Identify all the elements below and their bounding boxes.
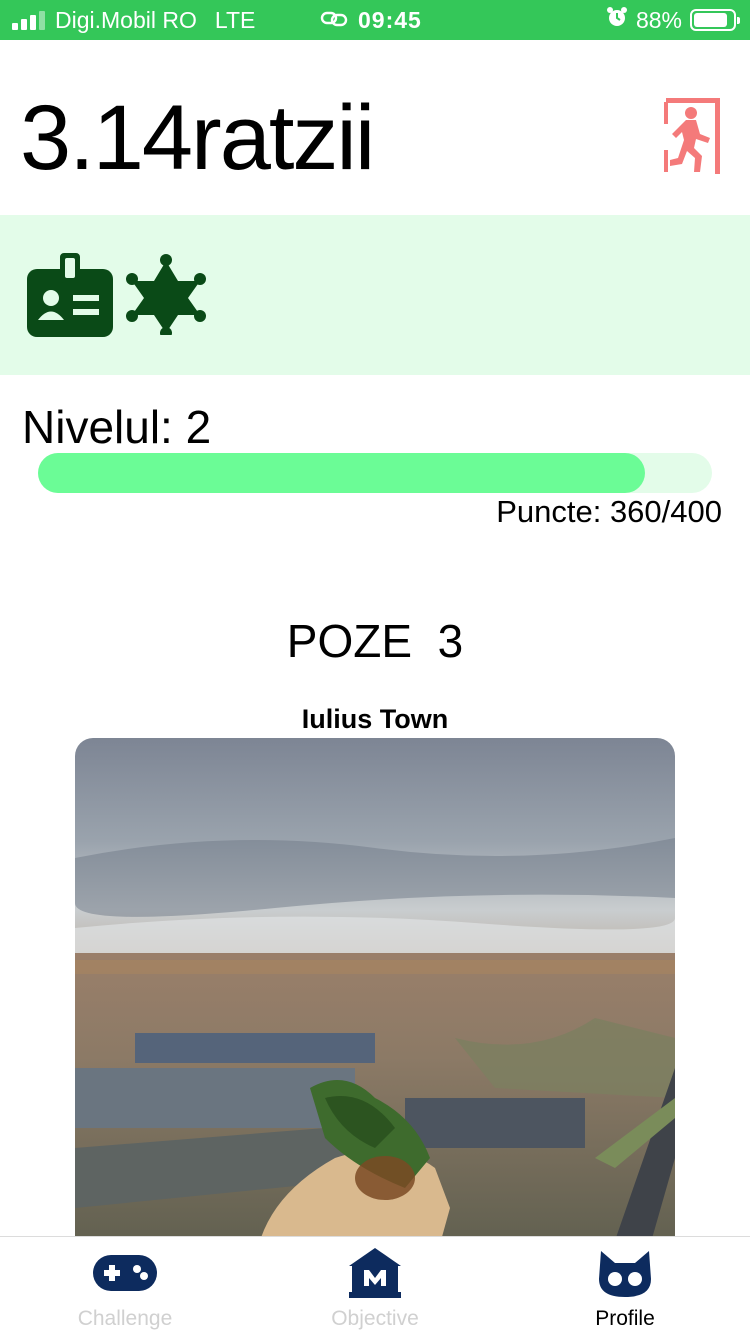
exit-door-icon bbox=[664, 98, 720, 174]
tab-profile-label: Profile bbox=[595, 1307, 655, 1330]
id-badge-icon[interactable] bbox=[27, 253, 113, 342]
status-time: 09:45 bbox=[358, 6, 422, 33]
signal-icon bbox=[12, 10, 45, 30]
points-label: Puncte: 360/400 bbox=[496, 494, 722, 529]
tab-profile[interactable]: Profile bbox=[500, 1237, 750, 1334]
cat-face-icon bbox=[599, 1251, 651, 1297]
username-title: 3.14ratzii bbox=[20, 87, 375, 189]
tab-objective-label: Objective bbox=[331, 1307, 419, 1330]
status-bar: Digi.Mobil RO LTE 09:45 88% bbox=[0, 0, 750, 40]
level-label: Nivelul: 2 bbox=[22, 401, 212, 453]
photos-section-title: POZE 3 bbox=[286, 615, 464, 667]
tab-challenge[interactable]: Challenge bbox=[0, 1237, 250, 1334]
tab-challenge-label: Challenge bbox=[77, 1307, 173, 1330]
photo-card[interactable] bbox=[75, 738, 675, 1298]
logout-button[interactable] bbox=[660, 98, 724, 178]
level-progress-bar bbox=[38, 453, 712, 493]
tab-objective[interactable]: Objective bbox=[250, 1237, 500, 1334]
photo-caption: Iulius Town bbox=[301, 704, 449, 734]
network-type: LTE bbox=[214, 6, 256, 33]
sheriff-star-icon[interactable] bbox=[126, 253, 206, 340]
battery-percent: 88% bbox=[635, 6, 682, 33]
badges-panel bbox=[0, 215, 750, 375]
museum-icon bbox=[349, 1248, 401, 1298]
gamepad-icon bbox=[93, 1255, 157, 1291]
link-icon bbox=[320, 7, 348, 34]
alarm-icon bbox=[606, 6, 628, 34]
tab-bar: Challenge Objective Profile bbox=[0, 1236, 750, 1334]
level-progress-fill bbox=[38, 453, 645, 493]
battery-icon bbox=[690, 9, 740, 31]
city-photo bbox=[75, 738, 675, 1298]
carrier-name: Digi.Mobil RO bbox=[55, 6, 197, 33]
